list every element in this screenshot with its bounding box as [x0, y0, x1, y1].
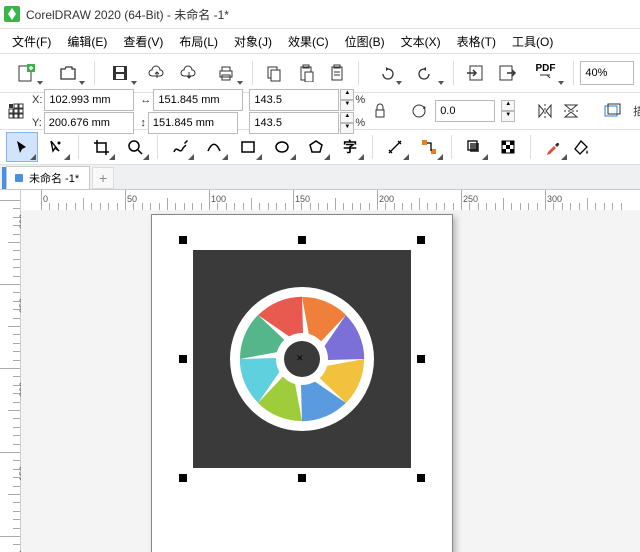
drop-shadow-tool[interactable]: [458, 132, 490, 162]
freehand-tool[interactable]: [164, 132, 196, 162]
size-fields: ↔ ↕: [140, 89, 243, 134]
toolbox: 字: [0, 130, 640, 165]
rotate-icon: [409, 96, 429, 126]
handle-tm[interactable]: [298, 236, 306, 244]
polygon-tool[interactable]: [300, 132, 332, 162]
ellipse-tool[interactable]: [266, 132, 298, 162]
menu-text[interactable]: 文本(X): [393, 30, 449, 53]
copy-button[interactable]: [259, 58, 289, 88]
object-x-input[interactable]: [44, 89, 134, 111]
object-height-input[interactable]: [148, 112, 238, 134]
scale-fields: ▲▼% ▲▼%: [249, 89, 365, 134]
pct-label-1: %: [355, 94, 365, 106]
scale-x-input[interactable]: [249, 89, 339, 111]
rotation-input[interactable]: [435, 100, 495, 122]
menu-edit[interactable]: 编辑(E): [59, 30, 115, 53]
menu-layout[interactable]: 布局(L): [171, 30, 226, 53]
handle-bm[interactable]: [298, 474, 306, 482]
zoom-level-input[interactable]: 40%: [580, 61, 634, 85]
crop-tool[interactable]: [85, 132, 117, 162]
selection-center-marker[interactable]: ✕: [296, 353, 304, 364]
open-button[interactable]: [48, 58, 88, 88]
paste-button[interactable]: [291, 58, 321, 88]
mirror-horizontal-button[interactable]: [535, 96, 555, 126]
print-button[interactable]: [206, 58, 246, 88]
canvas-area[interactable]: ✕: [21, 210, 640, 552]
handle-tr[interactable]: [417, 236, 425, 244]
bitmap-crop-button[interactable]: [601, 96, 623, 126]
selection-bounds[interactable]: ✕: [183, 240, 421, 478]
object-y-input[interactable]: [44, 112, 134, 134]
menu-view[interactable]: 查看(V): [115, 30, 171, 53]
object-origin-button[interactable]: [6, 96, 26, 126]
cloud-upload-button[interactable]: [142, 58, 172, 88]
trace-bitmap-label[interactable]: 描摹位图: [633, 103, 640, 119]
rotation-spinner[interactable]: ▲▼: [501, 100, 515, 122]
menu-table[interactable]: 表格(T): [449, 30, 504, 53]
publish-pdf-button[interactable]: PDF: [524, 58, 568, 88]
transparency-tool[interactable]: [492, 132, 524, 162]
flyout-icon: [30, 154, 36, 160]
menubar: 文件(F) 编辑(E) 查看(V) 布局(L) 对象(J) 效果(C) 位图(B…: [0, 29, 640, 54]
rectangle-tool[interactable]: [232, 132, 264, 162]
svg-text:字: 字: [343, 139, 357, 156]
menu-bitmap[interactable]: 位图(B): [337, 30, 393, 53]
document-tab-active[interactable]: 未命名 -1*: [6, 166, 90, 189]
handle-tl[interactable]: [179, 236, 187, 244]
menu-file[interactable]: 文件(F): [4, 30, 59, 53]
document-tab-icon: [15, 174, 23, 182]
clipboard-button[interactable]: [323, 58, 353, 88]
workspace: 300250200150100 050100150200250300: [0, 190, 640, 552]
menu-object[interactable]: 对象(J): [226, 30, 280, 53]
width-icon: ↔: [140, 94, 151, 106]
property-bar: X: Y: ↔ ↕ ▲▼% ▲▼% ▲▼ 描摹位图: [0, 93, 640, 130]
pct-label-2: %: [355, 117, 365, 129]
undo-button[interactable]: [365, 58, 405, 88]
handle-ml[interactable]: [179, 355, 187, 363]
titlebar: CorelDRAW 2020 (64-Bit) - 未命名 -1*: [0, 0, 640, 29]
coreldraw-app-icon: [4, 6, 20, 22]
canvas-main: 050100150200250300: [21, 190, 640, 552]
lock-ratio-button[interactable]: [371, 96, 389, 126]
document-tabbar: 未命名 -1* +: [0, 165, 640, 190]
document-tab-label: 未命名 -1*: [29, 170, 79, 186]
handle-br[interactable]: [417, 474, 425, 482]
object-width-input[interactable]: [153, 89, 243, 111]
artistic-media-tool[interactable]: [198, 132, 230, 162]
scale-x-spinner[interactable]: ▲▼: [340, 89, 354, 111]
window-title: CorelDRAW 2020 (64-Bit) - 未命名 -1*: [26, 6, 229, 23]
eyedropper-tool[interactable]: [537, 132, 569, 162]
zoom-tool[interactable]: [119, 132, 151, 162]
menu-tool[interactable]: 工具(O): [504, 30, 561, 53]
handle-mr[interactable]: [417, 355, 425, 363]
standard-toolbar: PDF 40%: [0, 54, 640, 93]
y-label: Y:: [32, 117, 42, 129]
import-button[interactable]: [460, 58, 490, 88]
cloud-download-button[interactable]: [174, 58, 204, 88]
menu-effect[interactable]: 效果(C): [280, 30, 337, 53]
mirror-vertical-button[interactable]: [561, 96, 581, 126]
new-document-button[interactable]: [6, 58, 46, 88]
add-tab-button[interactable]: +: [92, 167, 114, 189]
text-tool[interactable]: 字: [334, 132, 366, 162]
redo-button[interactable]: [407, 58, 447, 88]
connector-tool[interactable]: [413, 132, 445, 162]
x-label: X:: [32, 94, 42, 106]
pdf-label: PDF: [535, 64, 555, 74]
fill-tool[interactable]: [571, 132, 593, 162]
handle-bl[interactable]: [179, 474, 187, 482]
scale-y-input[interactable]: [249, 112, 339, 134]
horizontal-ruler[interactable]: 050100150200250300: [21, 190, 640, 211]
export-button[interactable]: [492, 58, 522, 88]
shape-tool[interactable]: [40, 132, 72, 162]
scale-y-spinner[interactable]: ▲▼: [340, 112, 354, 134]
pick-tool[interactable]: [6, 132, 38, 162]
parallel-dimension-tool[interactable]: [379, 132, 411, 162]
vertical-ruler[interactable]: 300250200150100: [0, 190, 21, 552]
position-fields: X: Y:: [32, 89, 134, 134]
height-icon: ↕: [140, 117, 146, 129]
save-button[interactable]: [101, 58, 141, 88]
